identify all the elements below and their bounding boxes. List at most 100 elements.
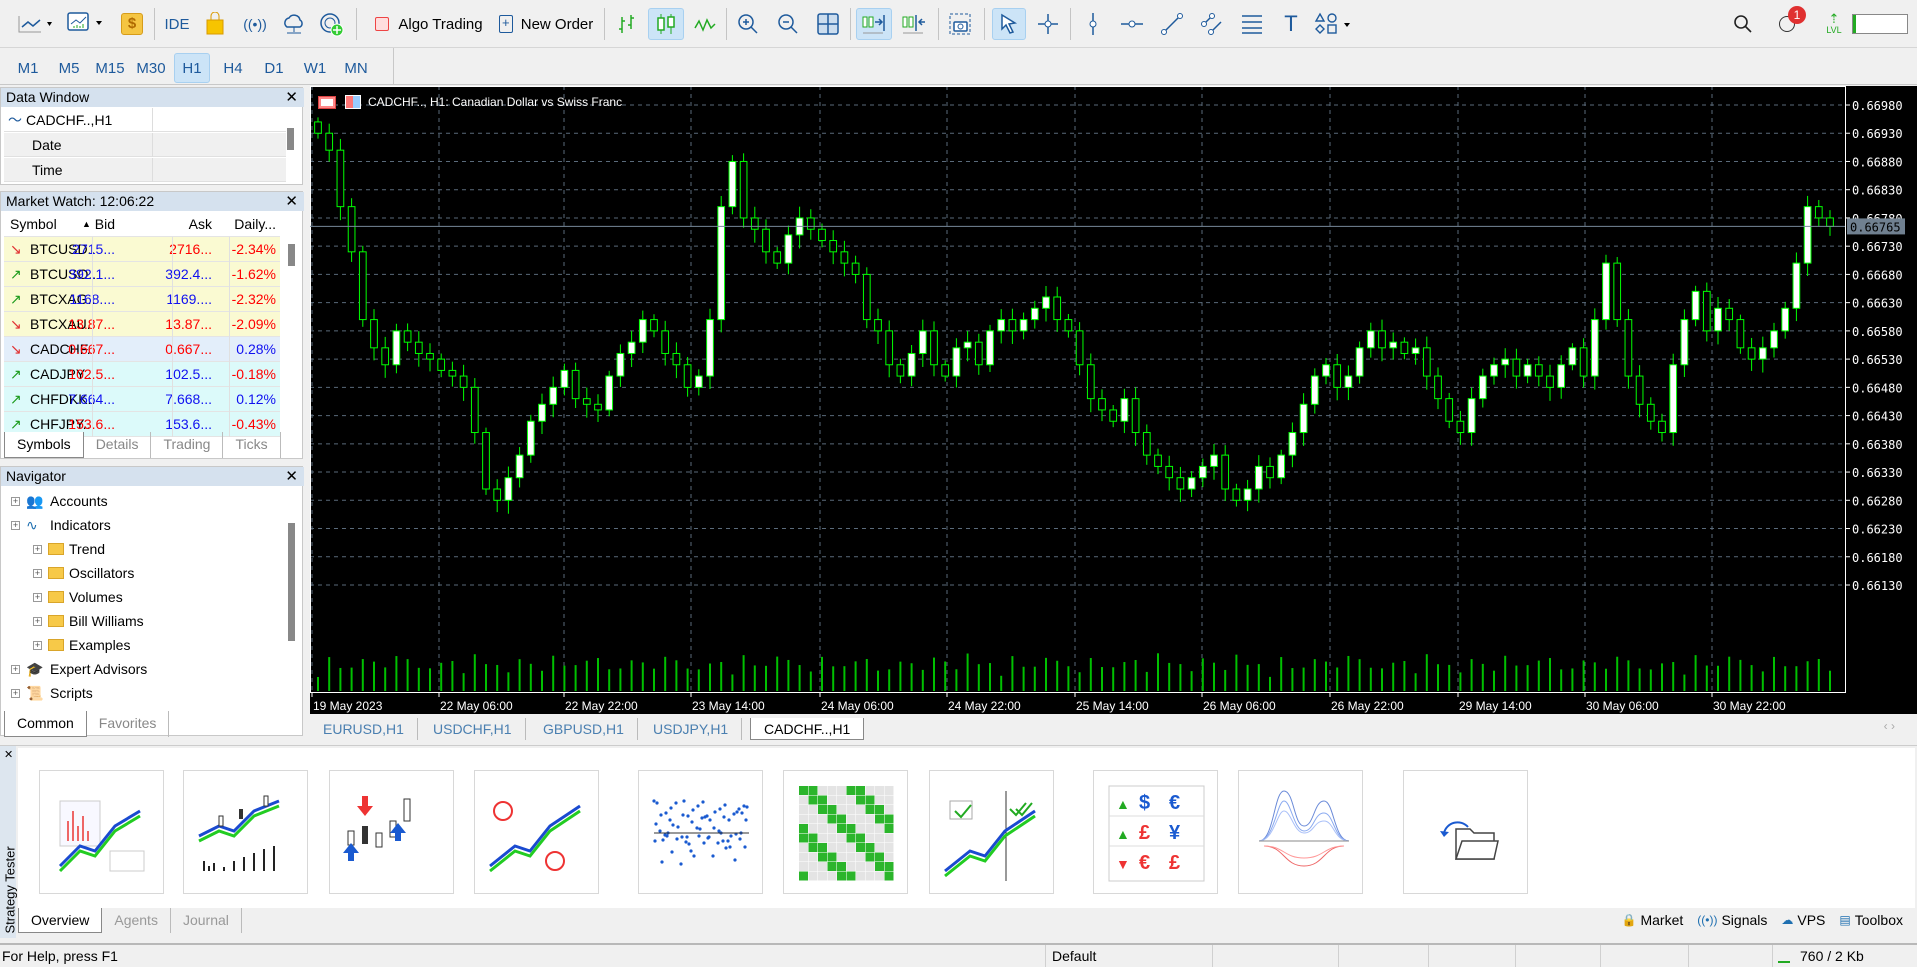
timeframe-m30[interactable]: M30 — [133, 53, 169, 83]
horizontal-line-button[interactable] — [1116, 8, 1148, 40]
tester-genetic-optimization-tile[interactable] — [929, 770, 1054, 894]
chart-tab[interactable]: CADCHF..,H1 — [750, 718, 865, 740]
tester-single-test-tile[interactable] — [39, 770, 164, 894]
templates-dropdown[interactable] — [64, 8, 110, 40]
link-vps[interactable]: ☁ VPS — [1781, 912, 1825, 928]
link-signals[interactable]: ((•)) Signals — [1697, 912, 1767, 928]
expand-icon[interactable]: + — [11, 688, 20, 698]
candlestick-chart-button[interactable] — [648, 8, 684, 40]
navigator-item-examples[interactable]: + Examples — [33, 633, 130, 657]
zoom-in-button[interactable] — [732, 8, 764, 40]
timeframe-m1[interactable]: M1 — [10, 53, 46, 83]
link-toolbox[interactable]: ▤ Toolbox — [1839, 912, 1903, 928]
navigator-item-accounts[interactable]: + 👥 Accounts — [11, 489, 108, 513]
market-watch-row[interactable]: ↗CHFDKK..7.664...7.668...0.12% — [4, 387, 280, 412]
close-icon[interactable]: ✕ — [4, 748, 13, 761]
status-profile[interactable]: Default — [1052, 945, 1096, 967]
chart-type-dropdown[interactable] — [12, 8, 62, 40]
timeframe-m5[interactable]: M5 — [51, 53, 87, 83]
market-watch-row[interactable]: ↘ BTCUSD.. 2715... 2716... -2.34% — [4, 237, 280, 262]
bar-chart-button[interactable] — [612, 8, 642, 40]
tester-visual-test-tile[interactable] — [183, 770, 308, 894]
column-symbol[interactable]: Symbol — [10, 212, 57, 237]
navigator-scrollbar[interactable] — [288, 523, 295, 641]
expand-icon[interactable]: + — [11, 664, 20, 674]
expand-icon[interactable]: + — [11, 520, 20, 530]
cursor-tool-button[interactable] — [992, 8, 1026, 40]
vps-button[interactable] — [278, 8, 310, 40]
tab-agents[interactable]: Agents — [102, 908, 171, 933]
data-window-scrollbar[interactable] — [287, 128, 294, 150]
expand-icon[interactable]: + — [33, 640, 42, 650]
tab-common[interactable]: Common — [4, 711, 87, 737]
tab-ticks[interactable]: Ticks — [223, 432, 281, 458]
timeframe-w1[interactable]: W1 — [297, 53, 333, 83]
market-watch-scrollbar[interactable] — [288, 244, 295, 266]
chart-tab[interactable]: GBPUSD,H1 — [530, 718, 638, 740]
auto-scroll-button[interactable] — [856, 8, 892, 40]
search-button[interactable] — [1728, 8, 1758, 40]
tile-windows-button[interactable] — [812, 8, 844, 40]
vertical-line-button[interactable] — [1078, 8, 1108, 40]
timeframe-d1[interactable]: D1 — [256, 53, 292, 83]
navigator-item-volumes[interactable]: + Volumes — [33, 585, 123, 609]
add-signal-button[interactable] — [316, 8, 348, 40]
tester-stress-test-tile[interactable] — [329, 770, 454, 894]
expand-icon[interactable]: + — [33, 568, 42, 578]
column-daily[interactable]: Daily... — [234, 212, 276, 237]
chart-tab[interactable]: USDCHF,H1 — [420, 718, 526, 740]
screenshot-button[interactable] — [944, 8, 976, 40]
algo-trading-button[interactable]: Algo Trading — [364, 8, 494, 40]
chart-shift-button[interactable] — [896, 8, 932, 40]
market-watch-row[interactable]: ↗CADJPY..102.5...102.5...-0.18% — [4, 362, 280, 387]
market-watch-row[interactable]: ↘CADCHF..0.667...0.667...0.28% — [4, 337, 280, 362]
navigator-item-trend[interactable]: + Trend — [33, 537, 105, 561]
tester-open-report-tile[interactable] — [1403, 770, 1528, 894]
new-order-button[interactable]: + New Order — [494, 8, 598, 40]
fibonacci-button[interactable] — [1236, 8, 1268, 40]
tester-multi-symbol-test-tile[interactable]: ▲ $ € ▲ £ ¥ ▼ € £ — [1093, 770, 1218, 894]
expand-icon[interactable]: + — [33, 616, 42, 626]
ide-button[interactable]: IDE — [160, 8, 194, 40]
expand-icon[interactable]: + — [33, 544, 42, 554]
line-chart-button[interactable] — [690, 8, 720, 40]
tester-forward-test-tile[interactable] — [474, 770, 599, 894]
navigator-item-bill-williams[interactable]: + Bill Williams — [33, 609, 144, 633]
depth-of-market-icon[interactable] — [345, 95, 361, 109]
timeframe-h1[interactable]: H1 — [174, 53, 210, 83]
tab-trading[interactable]: Trading — [151, 432, 224, 458]
zoom-out-button[interactable] — [772, 8, 804, 40]
tab-details[interactable]: Details — [84, 432, 152, 458]
signals-button[interactable]: ((•)) — [240, 8, 270, 40]
messages-button[interactable]: 1 — [1770, 6, 1806, 40]
column-bid[interactable]: Bid — [95, 212, 115, 237]
text-button[interactable]: T — [1276, 8, 1306, 40]
tab-scroll-arrows[interactable]: ‹ › — [1884, 719, 1895, 733]
expand-icon[interactable]: + — [11, 496, 20, 506]
tab-symbols[interactable]: Symbols — [4, 432, 84, 458]
tab-overview[interactable]: Overview — [18, 908, 103, 933]
navigator-item-indicators[interactable]: + ∿ Indicators — [11, 513, 111, 537]
close-icon[interactable]: ✕ — [285, 192, 298, 211]
shapes-dropdown[interactable] — [1312, 8, 1358, 40]
tester-optimization-tile[interactable] — [783, 770, 908, 894]
chart-window[interactable]: 0.669800.669300.668800.668300.667800.667… — [310, 86, 1917, 714]
close-icon[interactable]: ✕ — [285, 467, 298, 486]
column-ask[interactable]: Ask — [189, 212, 212, 237]
link-market[interactable]: 🔒 Market — [1622, 912, 1684, 928]
market-watch-row[interactable]: ↘BTCXAU..13.87...13.87...-2.09% — [4, 312, 280, 337]
navigator-item-scripts[interactable]: + 📜 Scripts — [11, 681, 93, 705]
market-watch-row[interactable]: ↗BTCXAG..1168....1169....-2.32% — [4, 287, 280, 312]
price-chart[interactable]: 0.669800.669300.668800.668300.667800.667… — [310, 86, 1917, 714]
deposit-button[interactable]: $ — [118, 8, 146, 40]
tab-journal[interactable]: Journal — [171, 908, 242, 933]
navigator-item-oscillators[interactable]: + Oscillators — [33, 561, 134, 585]
tab-favorites[interactable]: Favorites — [87, 711, 170, 737]
timeframe-m15[interactable]: M15 — [92, 53, 128, 83]
one-click-trading-icon[interactable] — [318, 95, 336, 109]
tester-profit-distribution-tile[interactable] — [1238, 770, 1363, 894]
market-button[interactable] — [200, 8, 230, 40]
timeframe-mn[interactable]: MN — [338, 53, 374, 83]
chart-tab[interactable]: EURUSD,H1 — [310, 718, 418, 740]
market-watch-row[interactable]: ↗BTCUSO..392.1...392.4...-1.62% — [4, 262, 280, 287]
